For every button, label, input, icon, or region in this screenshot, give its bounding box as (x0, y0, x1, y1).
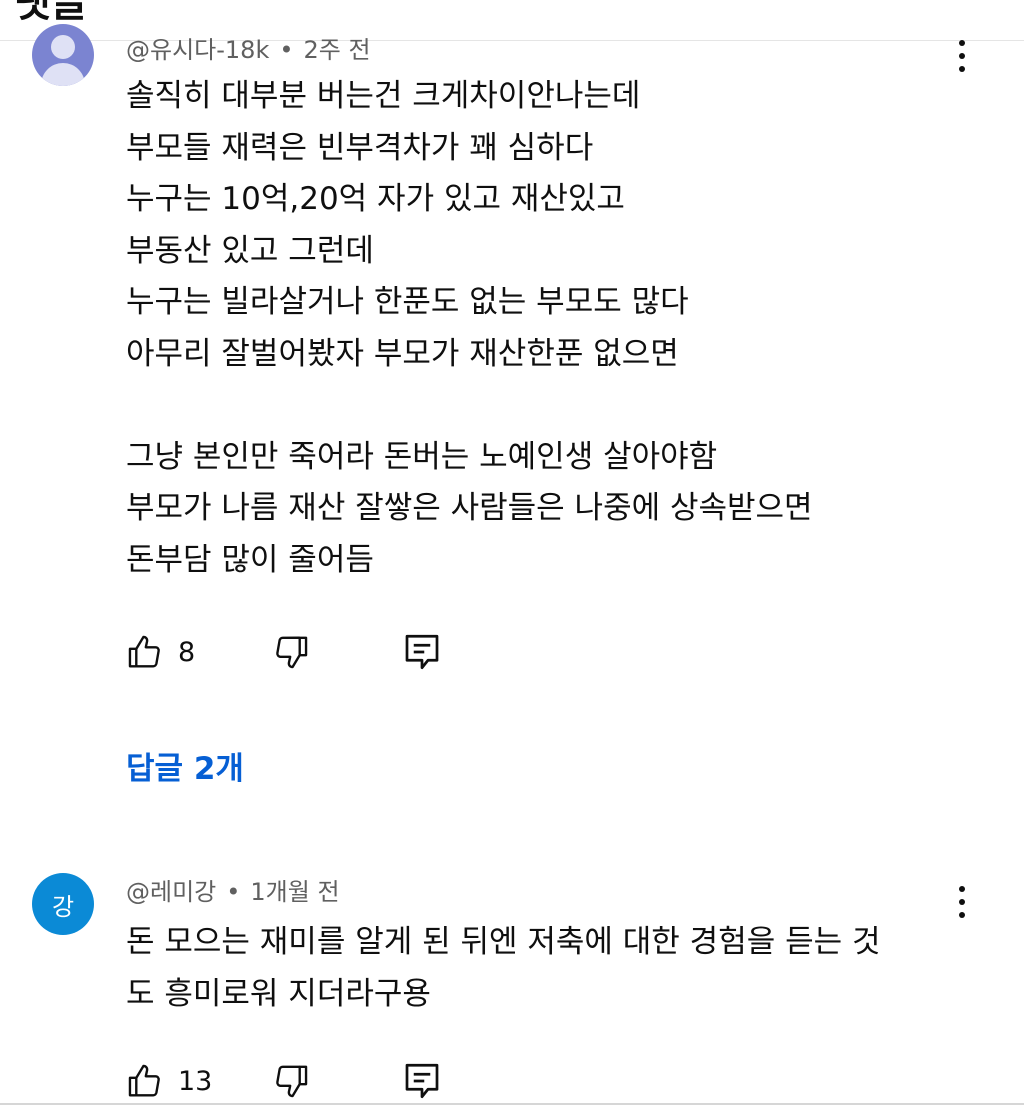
comment-line: 누구는 10억,20억 자가 있고 재산있고 (126, 181, 625, 217)
comment-line: 돈 모으는 재미를 알게 된 뒤엔 저축에 대한 경험을 듣는 것 (126, 924, 881, 960)
reply-icon (405, 1063, 439, 1099)
comment-line: 돈부담 많이 줄어듬 (126, 541, 374, 578)
meta-separator: • (226, 878, 241, 906)
view-replies-button[interactable]: 답글 2개 (126, 743, 244, 788)
more-vert-icon[interactable] (948, 882, 976, 922)
comments-title: 댓글 (14, 0, 88, 26)
author-name[interactable]: @레미강 (126, 878, 216, 906)
meta-separator: • (279, 36, 294, 64)
reply-icon (405, 634, 439, 670)
comment-meta: @유시다-18k • 2주 전 (126, 30, 371, 65)
comment-meta: @레미강 • 1개월 전 (126, 872, 340, 907)
avatar[interactable] (32, 24, 94, 86)
author-name[interactable]: @유시다-18k (126, 36, 269, 64)
like-icon (128, 635, 160, 668)
comment-line: 부모들 재력은 빈부격차가 꽤 심하다 (126, 129, 594, 166)
comment-line: 부동산 있고 그런데 (126, 232, 374, 269)
avatar-letter: 강 (51, 892, 75, 921)
comment-line: 누구는 빌라살거나 한푼도 없는 부모도 많다 (126, 284, 689, 320)
like-icon (128, 1064, 160, 1097)
comment-line (126, 380, 976, 432)
dislike-icon (276, 636, 308, 669)
comment-age: 2주 전 (303, 36, 371, 64)
avatar[interactable]: 강 (32, 873, 94, 935)
dislike-button[interactable] (272, 630, 310, 674)
bottom-divider (0, 1103, 1024, 1105)
like-count: 13 (178, 1065, 213, 1097)
comment-line: 도 흥미로워 지더라구용 (126, 975, 431, 1012)
comment-line: 부모가 나름 재산 잘쌓은 사람들은 나중에 상속받으면 (126, 490, 813, 526)
more-vert-icon[interactable] (948, 36, 976, 76)
comment-line: 그냥 본인만 죽어라 돈버는 노예인생 살아야함 (126, 438, 718, 475)
reply-button[interactable] (404, 1059, 440, 1103)
comment-line: 아무리 잘벌어봤자 부모가 재산한푼 없으면 (126, 335, 679, 372)
comment-age: 1개월 전 (250, 878, 340, 906)
reply-button[interactable] (404, 630, 440, 674)
comment-line: 솔직히 대부분 버는건 크게차이안나는데 (126, 78, 641, 114)
comment-text: 솔직히 대부분 버는건 크게차이안나는데 부모들 재력은 빈부격차가 꽤 심하다… (126, 71, 976, 586)
like-button[interactable]: 8 (126, 630, 195, 674)
dislike-icon (276, 1065, 308, 1098)
like-count: 8 (178, 636, 196, 668)
dislike-button[interactable] (272, 1059, 310, 1103)
comment-text: 돈 모으는 재미를 알게 된 뒤엔 저축에 대한 경험을 듣는 것 도 흥미로워… (126, 917, 976, 1020)
like-button[interactable]: 13 (126, 1059, 212, 1103)
